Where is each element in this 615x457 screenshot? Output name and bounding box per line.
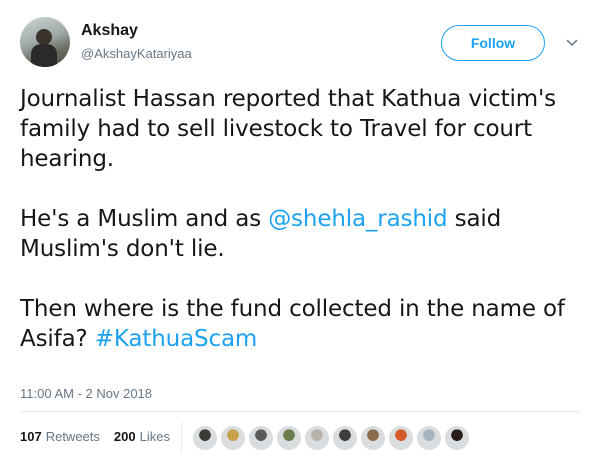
avatar[interactable] <box>20 17 70 67</box>
liker-avatar[interactable] <box>221 426 245 450</box>
retweets-stat[interactable]: 107 Retweets <box>20 429 100 444</box>
liker-avatar[interactable] <box>249 426 273 450</box>
follow-button[interactable]: Follow <box>441 25 545 61</box>
user-handle[interactable]: @AkshayKatariyaa <box>81 46 192 61</box>
chevron-down-icon[interactable] <box>566 38 578 48</box>
tweet-paragraph: He's a Muslim and as @shehla_rashid said… <box>20 204 595 264</box>
user-name[interactable]: Akshay <box>81 22 138 40</box>
retweets-count: 107 <box>20 429 42 444</box>
tweet-paragraph: Then where is the fund collected in the … <box>20 294 595 354</box>
tweet-paragraph: Journalist Hassan reported that Kathua v… <box>20 86 556 172</box>
liker-avatar[interactable] <box>417 426 441 450</box>
likes-count: 200 <box>113 429 136 444</box>
liker-avatar[interactable] <box>445 426 469 450</box>
likes-stat[interactable]: 200 Likes <box>114 429 170 444</box>
avatar-figure-head <box>36 29 52 45</box>
hashtag-link[interactable]: #KathuaScam <box>95 326 258 352</box>
liker-avatar[interactable] <box>361 426 385 450</box>
liker-avatar[interactable] <box>193 426 217 450</box>
likers-avatars <box>193 426 473 450</box>
timestamp[interactable]: 11:00 AM - 2 Nov 2018 <box>20 386 152 401</box>
liker-avatar[interactable] <box>389 426 413 450</box>
retweets-label: Retweets <box>45 429 100 444</box>
divider <box>20 411 581 412</box>
tweet-text: Journalist Hassan reported that Kathua v… <box>20 84 595 354</box>
likes-label: Likes <box>139 429 170 444</box>
tweet-text-segment: He's a Muslim and as <box>20 206 269 232</box>
mention-link[interactable]: @shehla_rashid <box>268 206 447 232</box>
avatar-figure-body <box>31 44 57 67</box>
stats-separator <box>181 422 182 452</box>
liker-avatar[interactable] <box>277 426 301 450</box>
liker-avatar[interactable] <box>333 426 357 450</box>
tweet-stats: 107 Retweets 200 Likes <box>20 429 184 444</box>
liker-avatar[interactable] <box>305 426 329 450</box>
